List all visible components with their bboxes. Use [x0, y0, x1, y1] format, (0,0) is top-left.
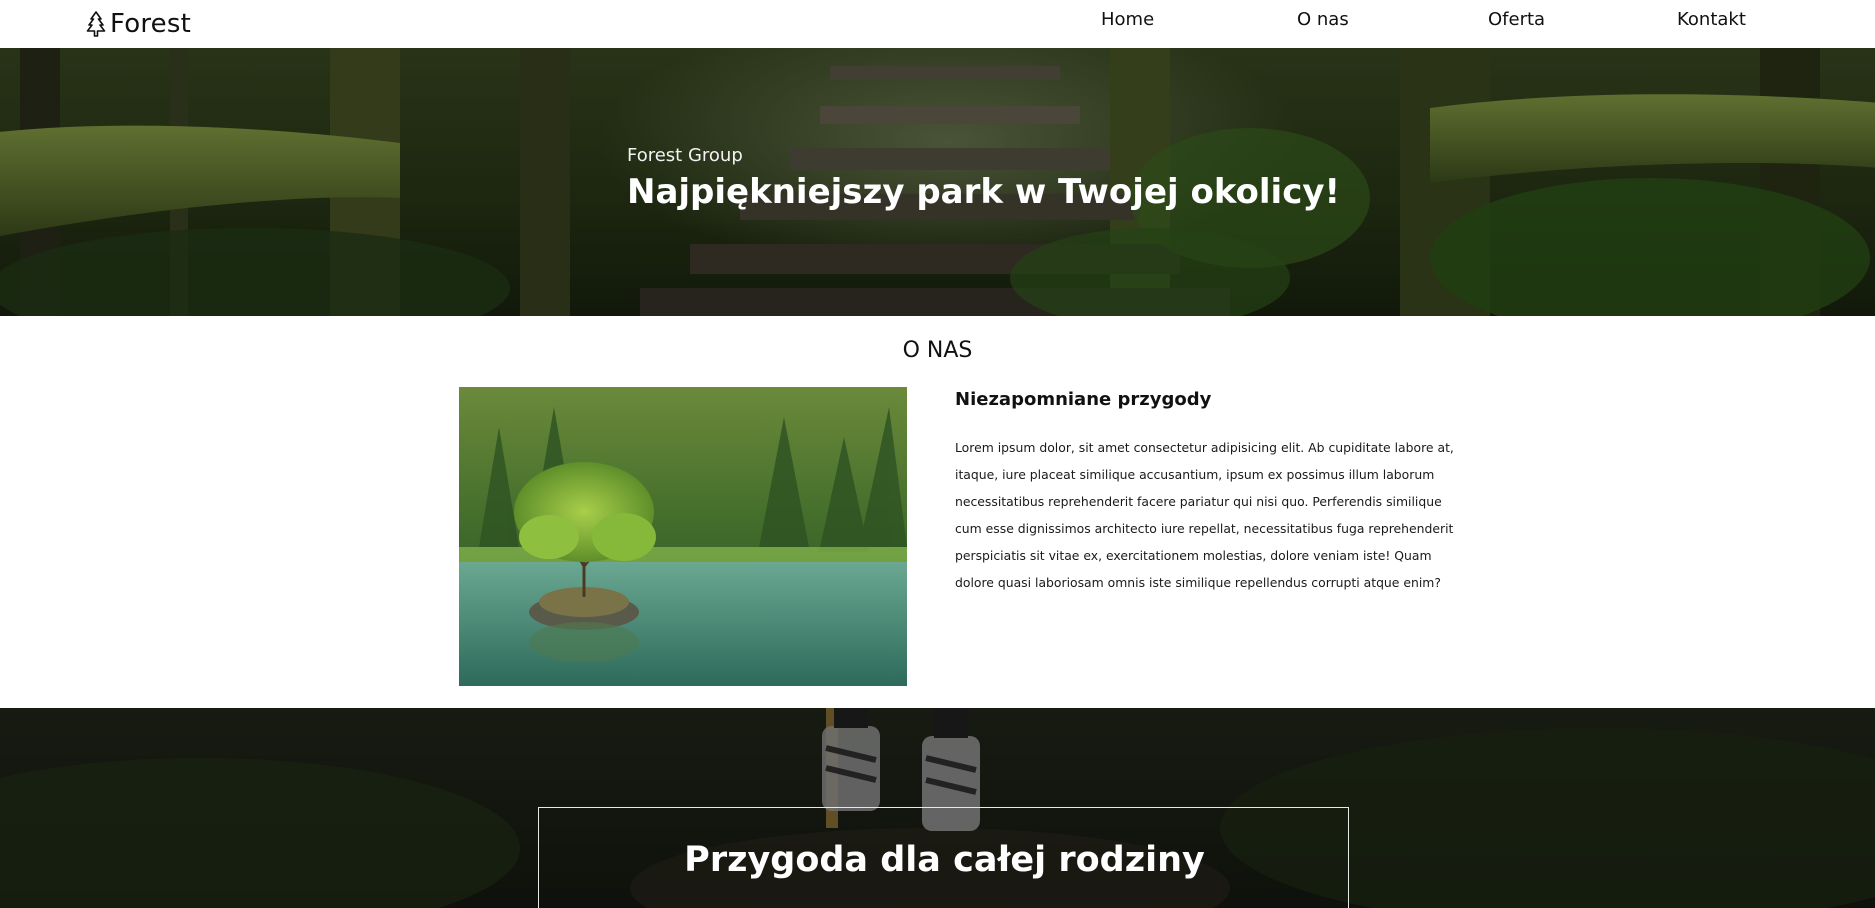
family-title: Przygoda dla całej rodziny [684, 840, 1205, 880]
nav-link-home[interactable]: Home [1101, 9, 1154, 30]
about-lake-image [459, 387, 907, 686]
hero-title: Najpiękniejszy park w Twojej okolicy! [627, 172, 1341, 212]
nav-link-kontakt[interactable]: Kontakt [1677, 9, 1746, 30]
family-title-box: Przygoda dla całej rodziny [538, 807, 1349, 908]
family-section: Przygoda dla całej rodziny [0, 708, 1875, 908]
about-paragraph: Lorem ipsum dolor, sit amet consectetur … [955, 440, 1454, 590]
section-heading-o-nas: O NAS [902, 338, 973, 363]
about-title: Niezapomniane przygody [955, 389, 1212, 410]
nav-link-oferta[interactable]: Oferta [1488, 9, 1545, 30]
tree-icon [86, 11, 106, 37]
nav-link-o-nas[interactable]: O nas [1297, 9, 1349, 30]
hero-subtitle: Forest Group [627, 145, 743, 166]
top-navbar: Forest Home O nas Oferta Kontakt [0, 0, 1875, 48]
logo[interactable]: Forest [86, 6, 191, 42]
hero-banner: Forest Group Najpiękniejszy park w Twoje… [0, 48, 1875, 316]
logo-text: Forest [110, 9, 191, 39]
